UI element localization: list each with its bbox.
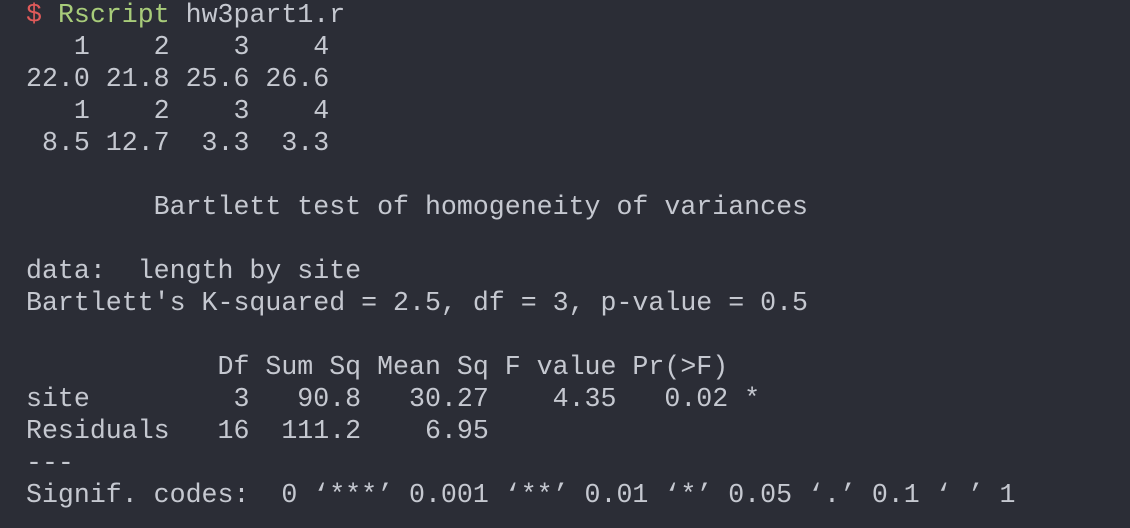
output-line-bartlett-title: Bartlett test of homogeneity of variance…	[26, 192, 808, 222]
command-name: Rscript	[57, 0, 170, 30]
anova-row-site: site 3 90.8 30.27 4.35 0.02 *	[26, 384, 761, 414]
output-line-signif-codes: Signif. codes: 0 ‘***’ 0.001 ‘**’ 0.01 ‘…	[26, 480, 1016, 510]
output-line-blank	[26, 159, 1130, 191]
output-line-bartlett-result: Bartlett's K-squared = 2.5, df = 3, p-va…	[26, 288, 808, 318]
output-line-data: data: length by site	[26, 256, 362, 286]
output-line-variances-header: 1 2 3 4	[26, 96, 330, 126]
output-line-means-values: 22.0 21.8 25.6 26.6	[26, 64, 330, 94]
output-line-blank	[26, 223, 1130, 255]
anova-table-header: Df Sum Sq Mean Sq F value Pr(>F)	[26, 352, 761, 382]
output-line-blank	[26, 319, 1130, 351]
command-argument: hw3part1.r	[185, 0, 346, 30]
terminal-window[interactable]: $ Rscript hw3part1.r 1 2 3 4 22.0 21.8 2…	[0, 0, 1130, 528]
output-line-variances-values: 8.5 12.7 3.3 3.3	[26, 128, 330, 158]
output-line-means-header: 1 2 3 4	[26, 32, 330, 62]
anova-row-residuals: Residuals 16 111.2 6.95	[26, 416, 745, 446]
command-line: $ Rscript hw3part1.r	[26, 0, 1130, 31]
output-line-separator: ---	[26, 448, 74, 478]
prompt-symbol: $	[26, 0, 42, 30]
